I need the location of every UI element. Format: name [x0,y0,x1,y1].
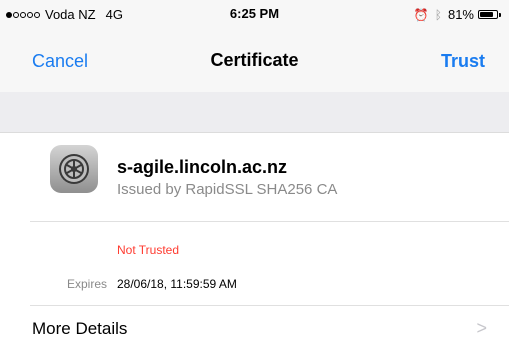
trust-status: Not Trusted [117,243,180,257]
alarm-icon: ⏰ [413,7,429,22]
battery-percent: 81% [447,7,474,22]
more-details-label: More Details [32,319,128,338]
status-bar: Voda NZ 4G 6:25 PM ⏰ ᛒ 81% [0,0,509,28]
expires-value: 28/06/18, 11:59:59 AM [117,277,237,291]
certificate-name: s-agile.lincoln.ac.nz [117,157,288,177]
section-header-spacer [0,92,509,133]
navigation-bar: Cancel Certificate Trust [0,28,509,92]
divider [30,221,509,222]
bluetooth-icon: ᛒ [434,7,442,22]
certificate-issuer: Issued by RapidSSL SHA256 CA [117,181,338,198]
chevron-right-icon: > [476,318,487,338]
status-right: ⏰ ᛒ 81% [414,7,501,22]
battery-tip [499,12,501,17]
trust-button[interactable]: Trust [441,51,485,72]
battery-fill [480,12,493,17]
settings-gear-icon [50,145,98,193]
expires-label: Expires [66,277,107,291]
more-details-row[interactable]: More Details > [0,306,509,349]
page-title: Certificate [210,50,299,70]
battery-icon [478,10,498,19]
